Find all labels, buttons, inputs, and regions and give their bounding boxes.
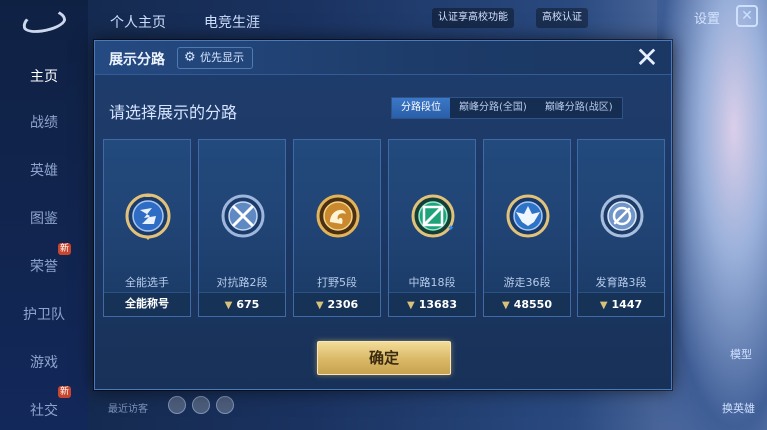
- settings-button[interactable]: 设置: [694, 8, 720, 27]
- lane-card-mid[interactable]: 中路18段 ▼ 13683: [388, 139, 476, 317]
- sparkle-icon: ✦: [447, 224, 455, 234]
- lane-name: 对抗路2段: [216, 276, 268, 289]
- lane-score: ▼ 13683: [407, 298, 457, 311]
- tab-peak-region[interactable]: 巅峰分路(战区): [536, 98, 622, 118]
- close-icon[interactable]: ✕: [633, 44, 661, 73]
- hero-artwork: [657, 0, 767, 430]
- jungle-emblem-icon: [316, 194, 360, 238]
- lane-card-farm[interactable]: 发育路3段 ▼ 1447: [577, 139, 665, 317]
- game-logo-icon: [20, 5, 68, 37]
- tab-profile[interactable]: 个人主页: [110, 12, 166, 32]
- lane-name: 发育路3段: [595, 276, 647, 289]
- sidebar: 主页 战绩 英雄 图鉴 新 荣誉 护卫队 游戏 新 社交: [0, 0, 88, 430]
- sidebar-item-codex[interactable]: 图鉴: [0, 208, 88, 228]
- clash-lane-emblem-icon: [221, 194, 265, 238]
- lane-score: ▼ 2306: [315, 298, 359, 311]
- lane-score: ▼ 675: [224, 298, 260, 311]
- tab-esports-career[interactable]: 电竞生涯: [204, 12, 260, 32]
- lane-name: 游走36段: [503, 276, 551, 289]
- select-lane-prompt: 请选择展示的分路: [109, 103, 238, 122]
- lane-name: 打野5段: [317, 276, 357, 289]
- all-round-emblem-icon: [125, 193, 171, 240]
- lane-card-all-round[interactable]: 全能选手 全能称号: [103, 139, 191, 317]
- sidebar-item-heroes[interactable]: 英雄: [0, 160, 88, 180]
- priority-display-button[interactable]: ⚙ 优先显示: [177, 47, 253, 69]
- rank-points-icon: ▼: [315, 300, 324, 311]
- sidebar-item-honor[interactable]: 荣誉: [0, 256, 88, 276]
- sidebar-item-record[interactable]: 战绩: [0, 112, 88, 132]
- background-close-icon[interactable]: ✕: [736, 5, 758, 27]
- priority-display-label: 优先显示: [200, 51, 244, 64]
- lane-name: 中路18段: [408, 276, 456, 289]
- sidebar-item-guard[interactable]: 护卫队: [0, 304, 88, 324]
- rank-points-icon: ▼: [224, 300, 233, 311]
- sidebar-item-games[interactable]: 游戏: [0, 352, 88, 372]
- sidebar-item-social[interactable]: 社交: [0, 400, 88, 420]
- lane-tab-group: 分路段位 巅峰分路(全国) 巅峰分路(战区): [391, 97, 623, 119]
- recent-visitors-label: 最近访客: [108, 404, 148, 415]
- model-button[interactable]: 模型: [730, 346, 752, 362]
- visitor-avatar[interactable]: [192, 396, 210, 414]
- lane-card-jungle[interactable]: 打野5段 ▼ 2306: [293, 139, 381, 317]
- tab-peak-national[interactable]: 巅峰分路(全国): [450, 98, 536, 118]
- tab-lane-rank[interactable]: 分路段位: [392, 98, 450, 118]
- roam-emblem-icon: [506, 194, 550, 238]
- lane-name: 全能选手: [125, 276, 169, 289]
- lane-score: ▼ 48550: [502, 298, 552, 311]
- gear-icon: ⚙: [184, 50, 196, 65]
- dialog-title: 展示分路: [109, 52, 165, 68]
- change-hero-button[interactable]: 换英雄: [722, 400, 755, 416]
- confirm-button[interactable]: 确定: [317, 341, 451, 375]
- rank-points-icon: ▼: [407, 300, 415, 311]
- verify-campus-link[interactable]: 认证享高校功能: [432, 8, 514, 28]
- rank-points-icon: ▼: [599, 300, 608, 311]
- lane-card-roam[interactable]: 游走36段 ▼ 48550: [483, 139, 571, 317]
- lane-score: 全能称号: [125, 297, 169, 310]
- farm-lane-emblem-icon: [600, 194, 644, 238]
- dialog-header: 展示分路 ⚙ 优先显示 ✕: [95, 41, 671, 75]
- rank-points-icon: ▼: [502, 300, 510, 311]
- lane-card-clash[interactable]: 对抗路2段 ▼ 675: [198, 139, 286, 317]
- new-badge: 新: [58, 386, 72, 398]
- visitor-avatar[interactable]: [168, 396, 186, 414]
- visitor-avatar[interactable]: [216, 396, 234, 414]
- display-lane-dialog: 展示分路 ⚙ 优先显示 ✕ 请选择展示的分路 分路段位 巅峰分路(全国) 巅峰分…: [94, 40, 672, 390]
- lane-score: ▼ 1447: [599, 298, 643, 311]
- sidebar-item-home[interactable]: 主页: [0, 66, 88, 86]
- campus-verify-button[interactable]: 高校认证: [536, 8, 588, 28]
- lane-card-list: 全能选手 全能称号 对抗路2段 ▼ 675 打野5段 ▼ 2306 中路18段 …: [103, 139, 665, 317]
- new-badge: 新: [58, 243, 72, 255]
